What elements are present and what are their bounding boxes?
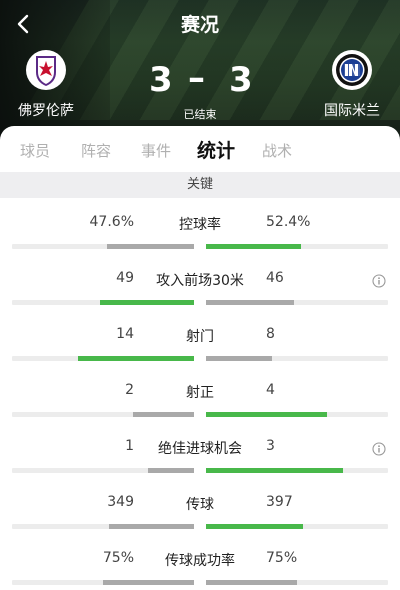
home-stat-value: 49 (116, 270, 134, 286)
tab-lineup[interactable]: 阵容 (81, 140, 111, 161)
home-stat-bar (12, 580, 194, 585)
home-stat-value: 75% (102, 550, 134, 566)
stats-card: 球员 阵容 事件 统计 战术 关键 47.6% 控球率 52.4% 49 攻入前场30米… (0, 126, 400, 590)
home-stat-bar (12, 468, 194, 473)
away-stat-bar (206, 468, 388, 473)
tab-tactics[interactable]: 战术 (262, 140, 292, 161)
away-stat-value: 397 (266, 494, 293, 510)
match-header: 赛况 佛罗伦萨 3 – 3 已结束 国际米兰 (0, 0, 400, 140)
tab-events[interactable]: 事件 (141, 140, 171, 161)
away-stat-bar-fill (206, 468, 343, 473)
score-separator: – (188, 58, 206, 98)
home-stat-value: 349 (107, 494, 134, 510)
home-stat-bar-fill (103, 580, 194, 585)
info-icon[interactable] (372, 274, 386, 288)
info-icon[interactable] (372, 442, 386, 456)
away-team-name[interactable]: 国际米兰 (307, 100, 397, 120)
home-stat-value: 14 (116, 326, 134, 342)
away-stat-bar-fill (206, 244, 301, 249)
home-stat-bar-fill (148, 468, 194, 473)
section-header-key: 关键 (0, 172, 400, 198)
away-stat-bar (206, 356, 388, 361)
stat-label: 射正 (186, 385, 214, 401)
page-title: 赛况 (180, 14, 219, 36)
home-stat-value: 2 (125, 382, 134, 398)
stat-row: 49 攻入前场30米 46 (0, 262, 400, 316)
stat-row: 14 射门 8 (0, 318, 400, 372)
away-score: 3 (229, 60, 254, 100)
home-stat-bar-fill (78, 356, 194, 361)
home-stat-bar-fill (107, 244, 194, 249)
home-stat-bar (12, 524, 194, 529)
fiorentina-logo-icon[interactable] (26, 50, 66, 90)
tab-players[interactable]: 球员 (20, 140, 50, 161)
home-stat-bar-fill (109, 524, 194, 529)
away-stat-bar (206, 524, 388, 529)
away-stat-bar (206, 244, 388, 249)
stat-label: 传球成功率 (165, 553, 235, 569)
home-score: 3 (149, 60, 174, 100)
away-stat-value: 4 (266, 382, 275, 398)
stat-row: 47.6% 控球率 52.4% (0, 206, 400, 260)
tab-stats[interactable]: 统计 (197, 136, 235, 163)
away-stat-value: 46 (266, 270, 284, 286)
stat-label: 传球 (186, 497, 214, 513)
away-stat-bar-fill (206, 580, 297, 585)
home-stat-bar-fill (133, 412, 194, 417)
inter-logo-icon[interactable] (332, 50, 372, 90)
away-stat-bar-fill (206, 412, 327, 417)
home-stat-bar-fill (100, 300, 194, 305)
home-stat-value: 1 (125, 438, 134, 454)
away-stat-bar (206, 300, 388, 305)
stat-row: 75% 传球成功率 75% (0, 542, 400, 590)
home-stat-bar (12, 412, 194, 417)
home-stat-bar (12, 300, 194, 305)
away-stat-value: 52.4% (266, 214, 311, 230)
stat-label: 射门 (186, 329, 214, 345)
away-stat-value: 75% (266, 550, 298, 566)
home-stat-bar (12, 356, 194, 361)
stat-label: 攻入前场30米 (156, 273, 244, 289)
tab-bar: 球员 阵容 事件 统计 战术 (0, 126, 400, 170)
home-stat-value: 47.6% (89, 214, 134, 230)
away-stat-bar (206, 412, 388, 417)
stat-row: 349 传球 397 (0, 486, 400, 540)
stat-label: 控球率 (179, 217, 221, 233)
away-stat-value: 8 (266, 326, 275, 342)
away-stat-value: 3 (266, 438, 275, 454)
stat-row: 2 射正 4 (0, 374, 400, 428)
away-stat-bar-fill (206, 524, 303, 529)
home-stat-bar (12, 244, 194, 249)
away-stat-bar (206, 580, 388, 585)
away-stat-bar-fill (206, 356, 272, 361)
away-stat-bar-fill (206, 300, 294, 305)
stat-label: 绝佳进球机会 (158, 441, 242, 457)
stat-row: 1 绝佳进球机会 3 (0, 430, 400, 484)
